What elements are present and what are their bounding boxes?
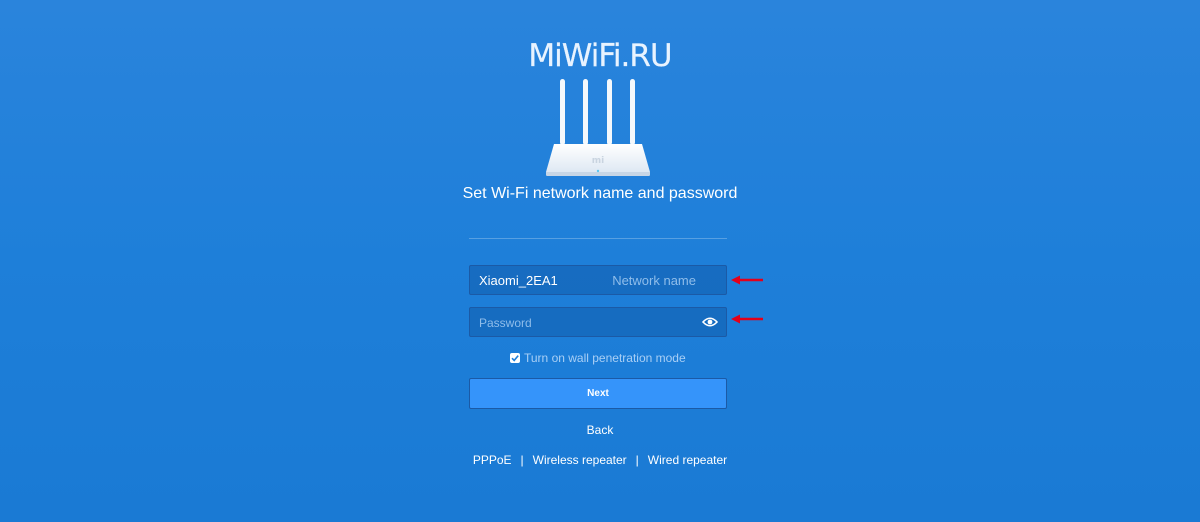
separator: | — [520, 453, 524, 467]
show-password-eye-icon[interactable] — [702, 316, 718, 328]
wireless-repeater-link[interactable]: Wireless repeater — [533, 453, 627, 467]
wall-penetration-label[interactable]: Turn on wall penetration mode — [524, 351, 686, 365]
setup-page: MiWiFi.RU mi Set Wi-Fi network name and … — [0, 0, 1200, 522]
page-title: Set Wi-Fi network name and password — [462, 185, 738, 202]
network-name-value[interactable]: Xiaomi_2EA1 — [479, 273, 558, 288]
brand-logo: MiWiFi.RU — [528, 38, 672, 74]
checkmark-icon — [511, 355, 519, 362]
next-button[interactable]: Next — [469, 378, 727, 409]
divider — [469, 238, 727, 239]
wall-penetration-checkbox[interactable] — [510, 353, 520, 363]
network-name-input[interactable]: Xiaomi_2EA1 Network name — [469, 265, 727, 295]
annotation-arrow-icon — [731, 275, 763, 285]
network-name-hint: Network name — [612, 273, 696, 288]
wall-penetration-option[interactable]: Turn on wall penetration mode — [510, 351, 686, 365]
pppoe-link[interactable]: PPPoE — [473, 453, 512, 467]
router-illustration: mi — [546, 79, 650, 176]
router-mi-logo: mi — [592, 156, 604, 166]
password-input[interactable]: Password — [469, 307, 727, 337]
connection-mode-links: PPPoE | Wireless repeater | Wired repeater — [400, 453, 800, 467]
annotation-arrow-icon — [731, 314, 763, 324]
wired-repeater-link[interactable]: Wired repeater — [648, 453, 727, 467]
back-link[interactable]: Back — [560, 423, 640, 437]
password-placeholder: Password — [479, 316, 532, 330]
separator: | — [635, 453, 639, 467]
